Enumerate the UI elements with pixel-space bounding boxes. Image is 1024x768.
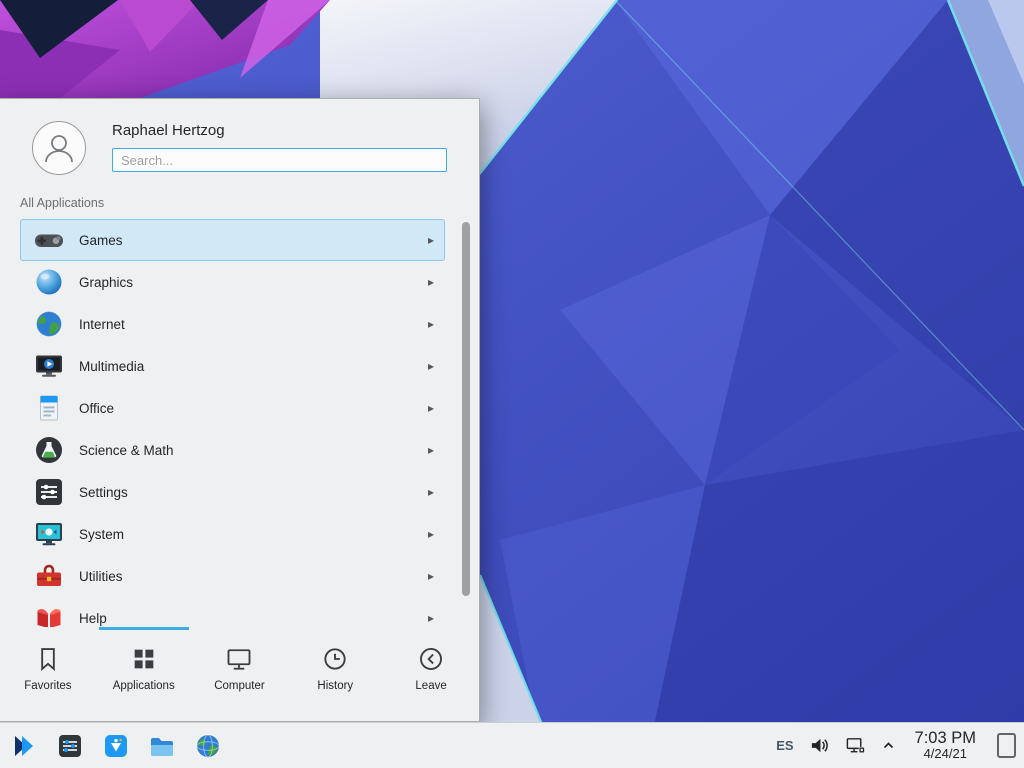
- keyboard-layout-indicator[interactable]: ES: [776, 738, 793, 753]
- tab-applications[interactable]: Applications: [96, 627, 192, 721]
- tab-label: Favorites: [24, 680, 71, 692]
- category-label: Office: [79, 401, 428, 416]
- avatar[interactable]: [32, 121, 86, 175]
- desktop: Raphael Hertzog All Applications Games ▸: [0, 0, 1024, 768]
- user-name: Raphael Hertzog: [112, 122, 447, 139]
- category-label: Internet: [79, 317, 428, 332]
- discover-icon[interactable]: [102, 732, 130, 760]
- system-icon: [33, 518, 65, 550]
- submenu-arrow-icon: ▸: [428, 402, 434, 414]
- category-help[interactable]: Help ▸: [20, 597, 445, 627]
- submenu-arrow-icon: ▸: [428, 444, 434, 456]
- launcher-tabbar: Favorites Applications Computer: [0, 627, 479, 721]
- leave-icon: [417, 645, 445, 673]
- category-multimedia[interactable]: Multimedia ▸: [20, 345, 445, 387]
- grid-icon: [130, 645, 158, 673]
- network-icon[interactable]: [845, 735, 866, 756]
- system-settings-icon[interactable]: [56, 732, 84, 760]
- internet-icon: [33, 308, 65, 340]
- submenu-arrow-icon: ▸: [428, 276, 434, 288]
- utilities-icon: [33, 560, 65, 592]
- clock-icon: [321, 645, 349, 673]
- category-label: Utilities: [79, 569, 428, 584]
- tab-computer[interactable]: Computer: [192, 627, 288, 721]
- category-label: Graphics: [79, 275, 428, 290]
- clock-time: 7:03 PM: [915, 729, 976, 747]
- digital-clock[interactable]: 7:03 PM 4/24/21: [915, 729, 976, 762]
- section-label: All Applications: [0, 183, 479, 219]
- scrollbar[interactable]: [462, 222, 470, 596]
- web-browser-icon[interactable]: [194, 732, 222, 760]
- submenu-arrow-icon: ▸: [428, 570, 434, 582]
- monitor-icon: [225, 645, 253, 673]
- launcher-header-right: Raphael Hertzog: [112, 121, 447, 172]
- category-label: Games: [79, 233, 428, 248]
- category-games[interactable]: Games ▸: [20, 219, 445, 261]
- submenu-arrow-icon: ▸: [428, 486, 434, 498]
- tab-history[interactable]: History: [287, 627, 383, 721]
- show-desktop-button[interactable]: [997, 733, 1016, 758]
- help-icon: [33, 602, 65, 627]
- user-avatar-icon: [39, 128, 79, 168]
- submenu-arrow-icon: ▸: [428, 612, 434, 624]
- tab-leave[interactable]: Leave: [383, 627, 479, 721]
- application-launcher: Raphael Hertzog All Applications Games ▸: [0, 98, 480, 722]
- category-label: Multimedia: [79, 359, 428, 374]
- submenu-arrow-icon: ▸: [428, 234, 434, 246]
- tab-label: Computer: [214, 680, 265, 692]
- kickoff-icon[interactable]: [10, 732, 38, 760]
- games-icon: [33, 224, 65, 256]
- tab-label: Applications: [113, 680, 175, 692]
- science-icon: [33, 434, 65, 466]
- bookmark-icon: [34, 645, 62, 673]
- volume-icon[interactable]: [809, 735, 830, 756]
- launcher-header: Raphael Hertzog: [0, 99, 479, 183]
- submenu-arrow-icon: ▸: [428, 360, 434, 372]
- tab-label: Leave: [415, 680, 446, 692]
- taskbar: ES 7:03 PM 4/24/21: [0, 722, 1024, 768]
- clock-date: 4/24/21: [924, 747, 967, 762]
- tab-favorites[interactable]: Favorites: [0, 627, 96, 721]
- system-tray: ES 7:03 PM 4/24/21: [776, 729, 1016, 762]
- tab-label: History: [317, 680, 353, 692]
- category-system[interactable]: System ▸: [20, 513, 445, 555]
- category-settings[interactable]: Settings ▸: [20, 471, 445, 513]
- graphics-icon: [33, 266, 65, 298]
- category-label: Help: [79, 611, 428, 626]
- category-internet[interactable]: Internet ▸: [20, 303, 445, 345]
- app-category-list: Games ▸ Graphics ▸: [0, 219, 479, 627]
- category-label: System: [79, 527, 428, 542]
- search-input[interactable]: [112, 148, 447, 172]
- category-graphics[interactable]: Graphics ▸: [20, 261, 445, 303]
- settings-icon: [33, 476, 65, 508]
- office-icon: [33, 392, 65, 424]
- submenu-arrow-icon: ▸: [428, 528, 434, 540]
- submenu-arrow-icon: ▸: [428, 318, 434, 330]
- category-label: Science & Math: [79, 443, 428, 458]
- multimedia-icon: [33, 350, 65, 382]
- category-utilities[interactable]: Utilities ▸: [20, 555, 445, 597]
- category-science-math[interactable]: Science & Math ▸: [20, 429, 445, 471]
- category-office[interactable]: Office ▸: [20, 387, 445, 429]
- file-manager-icon[interactable]: [148, 732, 176, 760]
- category-label: Settings: [79, 485, 428, 500]
- expand-tray-icon[interactable]: [881, 738, 896, 753]
- active-tab-indicator: [99, 627, 189, 630]
